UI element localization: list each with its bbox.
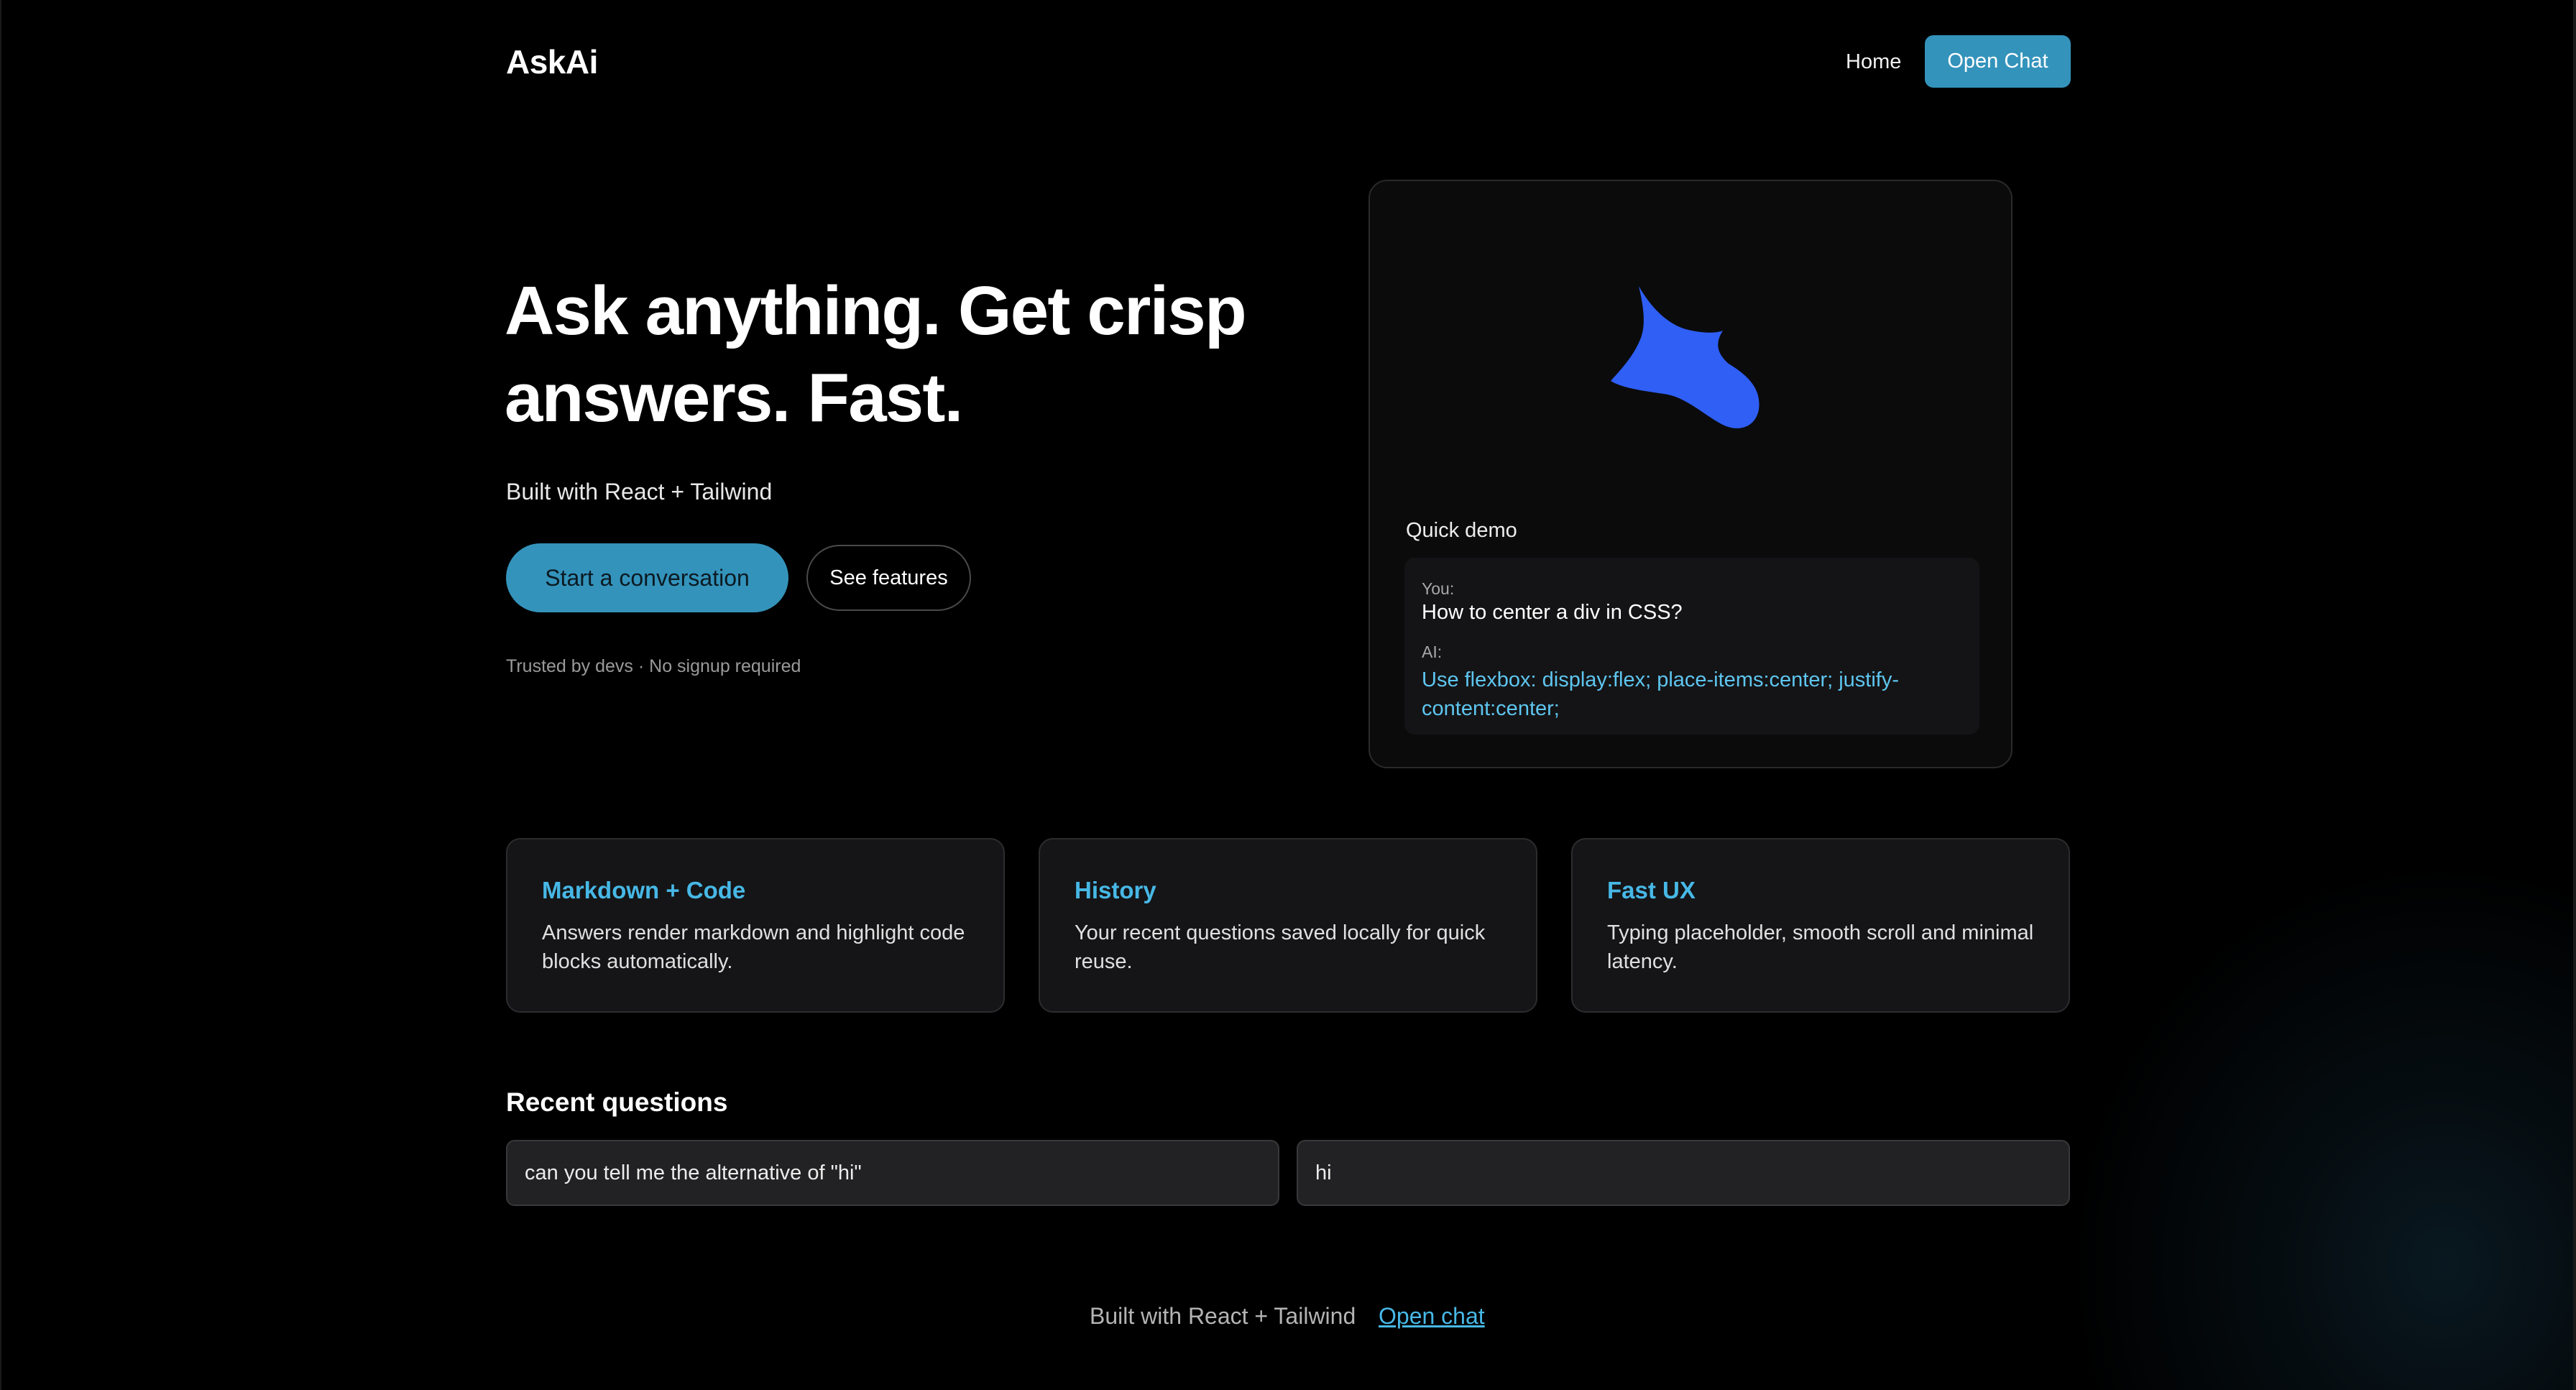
feature-card-history: History Your recent questions saved loca… [1039, 838, 1537, 1013]
feature-title: Fast UX [1607, 877, 1696, 903]
hero-title: Ask anything. Get crisp answers. Fast. [505, 267, 1324, 441]
trusted-note: Trusted by devs · No signup required [506, 656, 801, 676]
window-edge-left [0, 0, 1, 1390]
recent-questions-heading: Recent questions [506, 1087, 728, 1117]
demo-question: How to center a div in CSS? [1422, 601, 1683, 624]
blue-star-blob-icon [1611, 286, 1760, 428]
recent-question-item[interactable]: can you tell me the alternative of "hi" [506, 1140, 1279, 1206]
app-logo[interactable]: AskAi [506, 40, 598, 83]
quick-demo-label: Quick demo [1406, 519, 1517, 542]
hero-subtitle: Built with React + Tailwind [506, 479, 773, 505]
feature-title: History [1075, 877, 1156, 903]
demo-user-label: You: [1422, 579, 1455, 598]
feature-card-markdown: Markdown + Code Answers render markdown … [506, 838, 1005, 1013]
feature-card-fast-ux: Fast UX Typing placeholder, smooth scrol… [1571, 838, 2070, 1013]
feature-description: Typing placeholder, smooth scroll and mi… [1607, 921, 2034, 973]
recent-question-item[interactable]: hi [1297, 1140, 2070, 1206]
feature-title: Markdown + Code [542, 877, 746, 903]
page: AskAi Home Open Chat Ask anything. Get c… [0, 0, 2576, 1390]
start-conversation-button[interactable]: Start a conversation [506, 543, 788, 612]
footer-open-chat-link[interactable]: Open chat [1379, 1302, 1485, 1330]
hero-title-line-1: Ask anything. Get crisp [505, 272, 1247, 349]
feature-description: Answers render markdown and highlight co… [542, 921, 965, 973]
quick-demo-card: Quick demo You: How to center a div in C… [1368, 180, 2012, 768]
window-edge-right [2573, 0, 2576, 1390]
nav-home-link[interactable]: Home [1846, 47, 1901, 76]
demo-conversation: You: How to center a div in CSS? AI: Use… [1404, 558, 1979, 735]
hero-title-line-2: answers. Fast. [505, 359, 963, 436]
see-features-button[interactable]: See features [806, 545, 971, 611]
open-chat-button[interactable]: Open Chat [1925, 35, 2071, 88]
demo-answer: Use flexbox: display:flex; place-items:c… [1422, 668, 1900, 720]
footer-text: Built with React + Tailwind [1090, 1303, 1356, 1329]
feature-description: Your recent questions saved locally for … [1075, 921, 1486, 973]
demo-ai-label: AI: [1422, 643, 1443, 661]
